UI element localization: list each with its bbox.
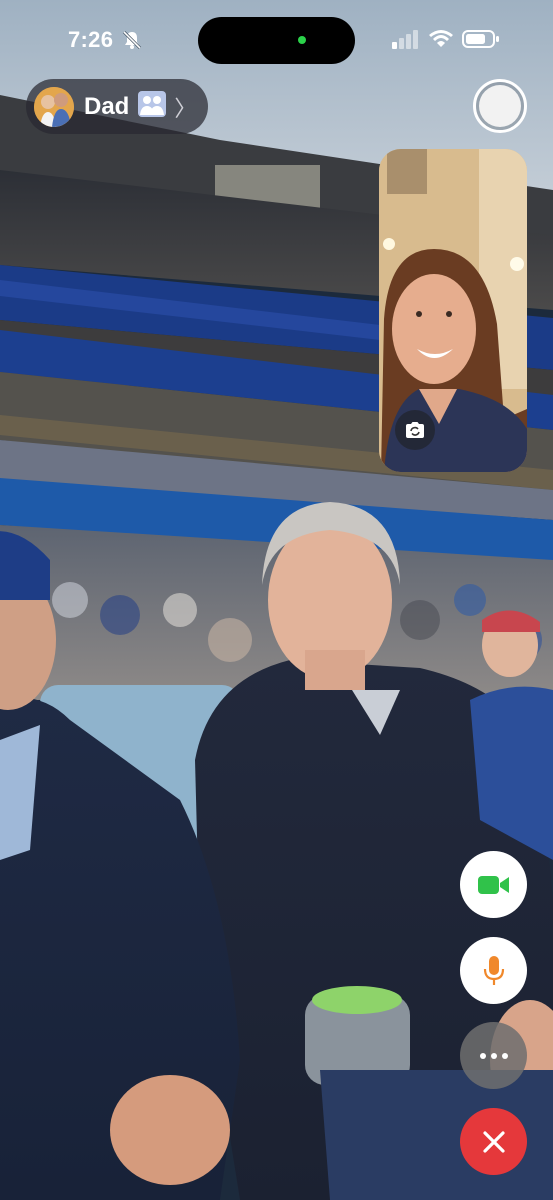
chevron-right-icon: 〉 (174, 95, 197, 121)
end-call-icon (482, 1130, 505, 1153)
self-view-video[interactable] (379, 149, 527, 472)
video-camera-icon (477, 875, 509, 894)
bell-slash-icon (122, 30, 142, 55)
facetime-call-screen: 7:26 Dad 〉 (0, 0, 553, 1200)
battery-icon (462, 29, 500, 54)
microphone-icon (483, 955, 504, 985)
caller-name: Dad (84, 92, 130, 120)
video-toggle-button[interactable] (460, 851, 527, 918)
people-icon (138, 91, 167, 122)
flip-camera-button[interactable] (395, 410, 435, 450)
caller-avatar (34, 86, 74, 127)
camera-flip-icon (406, 422, 424, 438)
end-call-button[interactable] (460, 1108, 527, 1175)
microphone-toggle-button[interactable] (460, 937, 527, 1004)
status-bar: 7:26 (0, 0, 553, 84)
live-photo-capture-button[interactable] (473, 79, 527, 133)
more-icon (479, 1052, 508, 1059)
cellular-signal-icon (392, 29, 420, 54)
dynamic-island (198, 17, 355, 64)
shutter-icon (479, 85, 521, 127)
caller-info-pill[interactable]: Dad 〉 (26, 79, 208, 134)
camera-in-use-indicator (298, 36, 306, 44)
more-options-button[interactable] (460, 1022, 527, 1089)
status-time: 7:26 (68, 27, 114, 52)
wifi-icon (428, 29, 454, 54)
